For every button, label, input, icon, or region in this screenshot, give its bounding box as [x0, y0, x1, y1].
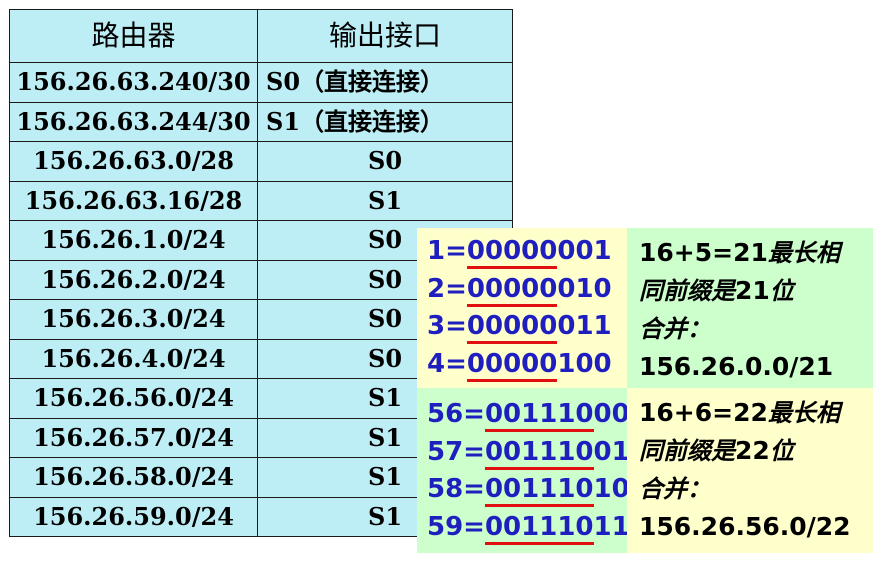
- note-line: 16+5=21最长相: [639, 234, 873, 272]
- note-line: 合并：: [639, 470, 873, 508]
- binary-prefix: 1=: [427, 236, 467, 266]
- note-text: 位: [769, 436, 794, 465]
- note-line: 合并：: [639, 310, 873, 348]
- note-text: 最长相: [767, 398, 840, 427]
- route-cell: 156.26.57.0/24: [9, 417, 258, 458]
- binary-prefix: 2=: [427, 273, 467, 304]
- interface-cell: S0: [257, 141, 513, 182]
- binary-rest-bits: 011: [557, 311, 612, 341]
- binary-prefix: 3=: [427, 311, 467, 341]
- binary-common-bits: 001110: [484, 436, 594, 470]
- binary-line: 59=00111011: [427, 509, 630, 547]
- table-row: 156.26.63.16/28 S1: [9, 180, 513, 221]
- binary-rest-bits: 10: [593, 474, 630, 504]
- route-cell: 156.26.59.0/24: [9, 496, 258, 537]
- binary-line: 2=00000010: [427, 271, 627, 309]
- route-cell: 156.26.3.0/24: [9, 299, 258, 340]
- interface-cell: S1: [257, 180, 513, 221]
- binary-rest-bits: 100: [557, 348, 612, 379]
- binary-common-bits: 00000: [466, 311, 558, 344]
- note-text: 位: [769, 276, 794, 305]
- note-line: 同前缀是22位: [639, 432, 873, 470]
- note-merge-label: 合并：: [639, 314, 711, 343]
- binary-prefix: 58=: [427, 474, 485, 504]
- note-text: 同前缀是: [639, 276, 735, 305]
- binary-common-bits: 00000: [466, 236, 558, 269]
- table-row: 156.26.63.240/30 S0（直接连接）: [9, 62, 513, 103]
- note-panel-group2: 16+6=22最长相 同前缀是22位 合并： 156.26.56.0/22: [627, 388, 873, 553]
- note-number: 22: [735, 436, 770, 465]
- route-cell: 156.26.58.0/24: [9, 457, 258, 498]
- binary-common-bits: 001110: [484, 474, 594, 507]
- binary-prefix: 56=: [427, 399, 485, 429]
- binary-line: 4=00000100: [427, 346, 627, 384]
- route-cell: 156.26.63.244/30: [9, 101, 258, 142]
- binary-rest-bits: 00: [593, 399, 630, 429]
- binary-line: 57=00111001: [427, 434, 630, 472]
- route-cell: 156.26.56.0/24: [9, 378, 258, 419]
- note-line: 16+6=22最长相: [639, 394, 873, 432]
- note-text: 最长相: [767, 238, 840, 267]
- interface-cell: S0（直接连接）: [257, 62, 513, 103]
- note-text: 同前缀是: [639, 436, 735, 465]
- note-line: 同前缀是21位: [639, 272, 873, 310]
- table-row: 156.26.63.244/30 S1（直接连接）: [9, 101, 513, 142]
- note-panel-group1: 16+5=21最长相 同前缀是21位 合并： 156.26.0.0/21: [627, 228, 873, 388]
- binary-common-bits: 001110: [484, 511, 594, 545]
- header-router: 路由器: [9, 9, 258, 63]
- note-result: 156.26.56.0/22: [639, 512, 851, 541]
- note-merge-label: 合并：: [639, 474, 711, 503]
- binary-common-bits: 001110: [484, 399, 594, 432]
- note-number: 21: [735, 276, 770, 305]
- note-sum: 16+5=21: [639, 238, 768, 267]
- binary-panel-group2: 56=00111000 57=00111001 58=00111010 59=0011…: [417, 388, 630, 553]
- binary-prefix: 59=: [427, 511, 485, 542]
- binary-panel-group1: 1=00000001 2=00000010 3=00000011 4=00000100: [417, 228, 627, 388]
- header-output-interface: 输出接口: [257, 9, 513, 63]
- binary-line: 58=00111010: [427, 471, 630, 509]
- binary-common-bits: 00000: [466, 348, 558, 382]
- binary-rest-bits: 11: [593, 511, 630, 542]
- table-header-row: 路由器 输出接口: [9, 9, 513, 63]
- route-cell: 156.26.63.240/30: [9, 62, 258, 103]
- binary-common-bits: 00000: [466, 273, 558, 307]
- binary-line: 1=00000001: [427, 233, 627, 271]
- route-cell: 156.26.2.0/24: [9, 259, 258, 300]
- interface-cell: S1（直接连接）: [257, 101, 513, 142]
- binary-rest-bits: 001: [557, 236, 612, 266]
- binary-line: 56=00111000: [427, 396, 630, 434]
- route-cell: 156.26.1.0/24: [9, 220, 258, 261]
- route-cell: 156.26.63.0/28: [9, 141, 258, 182]
- binary-prefix: 57=: [427, 436, 485, 467]
- binary-prefix: 4=: [427, 348, 467, 379]
- table-row: 156.26.63.0/28 S0: [9, 141, 513, 182]
- route-cell: 156.26.63.16/28: [9, 180, 258, 221]
- binary-line: 3=00000011: [427, 308, 627, 346]
- binary-rest-bits: 01: [593, 436, 630, 467]
- route-cell: 156.26.4.0/24: [9, 338, 258, 379]
- binary-rest-bits: 010: [557, 273, 612, 304]
- note-result: 156.26.0.0/21: [639, 352, 834, 381]
- note-sum: 16+6=22: [639, 398, 768, 427]
